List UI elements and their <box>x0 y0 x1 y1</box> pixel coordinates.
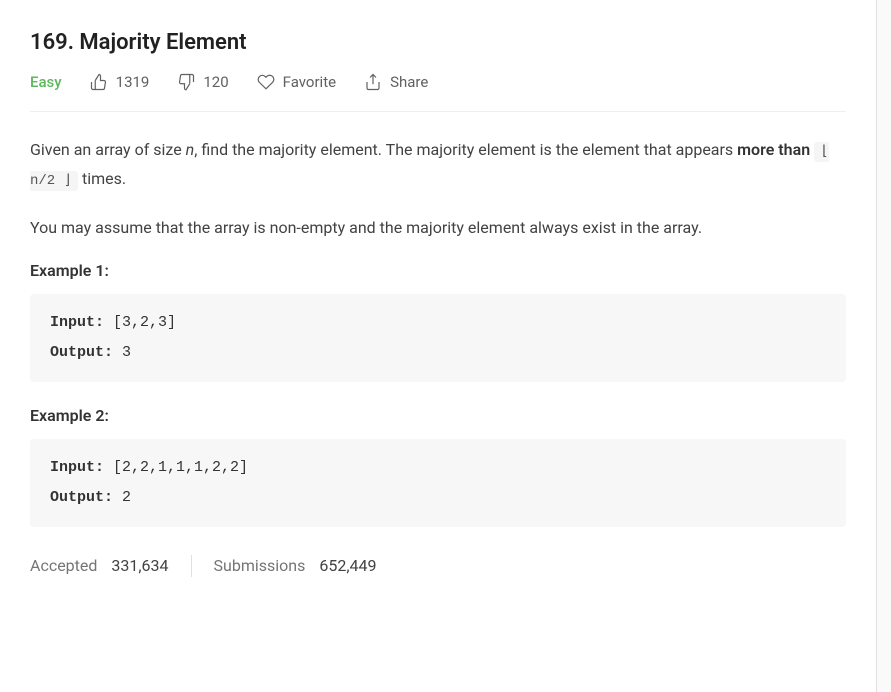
problem-description: Given an array of size n, find the major… <box>30 136 846 527</box>
share-label: Share <box>390 73 428 91</box>
favorite-button[interactable]: Favorite <box>257 73 336 91</box>
stats-row: Accepted 331,634 Submissions 652,449 <box>30 555 846 577</box>
accepted-label: Accepted <box>30 556 97 575</box>
thumbs-up-icon <box>90 73 108 91</box>
like-button[interactable]: 1319 <box>90 73 150 91</box>
accepted-value: 331,634 <box>111 556 168 575</box>
problem-title: 169. Majority Element <box>30 30 846 55</box>
meta-row: Easy 1319 120 Favorite Share <box>30 73 846 112</box>
heart-icon <box>257 73 275 91</box>
dislike-button[interactable]: 120 <box>177 73 228 91</box>
share-button[interactable]: Share <box>364 73 428 91</box>
submissions-value: 652,449 <box>319 556 376 575</box>
description-paragraph: Given an array of size n, find the major… <box>30 136 846 194</box>
share-icon <box>364 73 382 91</box>
problem-panel: 169. Majority Element Easy 1319 120 Favo… <box>0 0 877 692</box>
divider <box>191 555 192 577</box>
difficulty-badge: Easy <box>30 73 62 91</box>
example-code-block: Input: [2,2,1,1,1,2,2] Output: 2 <box>30 439 846 527</box>
favorite-label: Favorite <box>283 73 336 91</box>
example-code-block: Input: [3,2,3] Output: 3 <box>30 294 846 382</box>
thumbs-down-icon <box>177 73 195 91</box>
like-count: 1319 <box>116 73 150 91</box>
submissions-label: Submissions <box>214 556 306 575</box>
dislike-count: 120 <box>203 73 228 91</box>
description-paragraph: You may assume that the array is non-emp… <box>30 214 846 241</box>
example-label: Example 2: <box>30 406 846 425</box>
example-label: Example 1: <box>30 261 846 280</box>
